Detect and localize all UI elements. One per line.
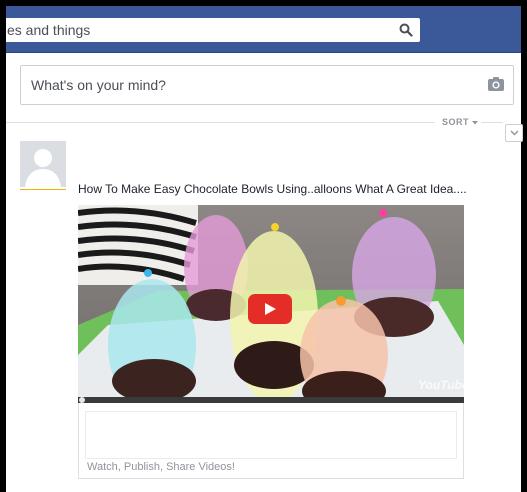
status-composer[interactable]: What's on your mind? bbox=[20, 65, 514, 105]
divider-line-right bbox=[481, 122, 503, 123]
search-input[interactable] bbox=[6, 18, 387, 42]
search-button[interactable] bbox=[392, 18, 420, 42]
sort-label: SORT bbox=[442, 117, 470, 127]
link-preview[interactable]: Watch, Publish, Share Videos! bbox=[78, 403, 464, 479]
composer-prompt: What's on your mind? bbox=[31, 77, 166, 93]
window-frame-right bbox=[521, 0, 527, 492]
news-feed: What's on your mind? SORT How To Make Ea… bbox=[6, 53, 523, 492]
sort-button[interactable]: SORT bbox=[442, 117, 479, 127]
play-icon bbox=[265, 303, 276, 315]
divider-line bbox=[6, 122, 435, 123]
search-box bbox=[6, 18, 420, 42]
avatar-underline bbox=[20, 189, 66, 190]
caret-down-icon bbox=[472, 120, 479, 125]
link-caption[interactable]: Watch, Publish, Share Videos! bbox=[87, 461, 235, 473]
default-avatar-icon bbox=[20, 141, 66, 187]
youtube-watermark: YouTube bbox=[418, 378, 464, 392]
camera-icon[interactable] bbox=[487, 76, 505, 92]
post-title[interactable]: How To Make Easy Chocolate Bowls Using..… bbox=[78, 182, 467, 196]
search-icon bbox=[399, 23, 413, 37]
link-preview-body bbox=[85, 411, 457, 459]
post-author-avatar[interactable] bbox=[20, 141, 66, 187]
top-navigation-bar bbox=[6, 6, 521, 53]
sort-divider: SORT bbox=[6, 113, 521, 135]
chevron-down-icon bbox=[510, 130, 518, 136]
post-options-button[interactable] bbox=[505, 124, 523, 142]
video-player[interactable]: YouTube bbox=[78, 205, 464, 403]
play-button[interactable] bbox=[248, 294, 292, 324]
